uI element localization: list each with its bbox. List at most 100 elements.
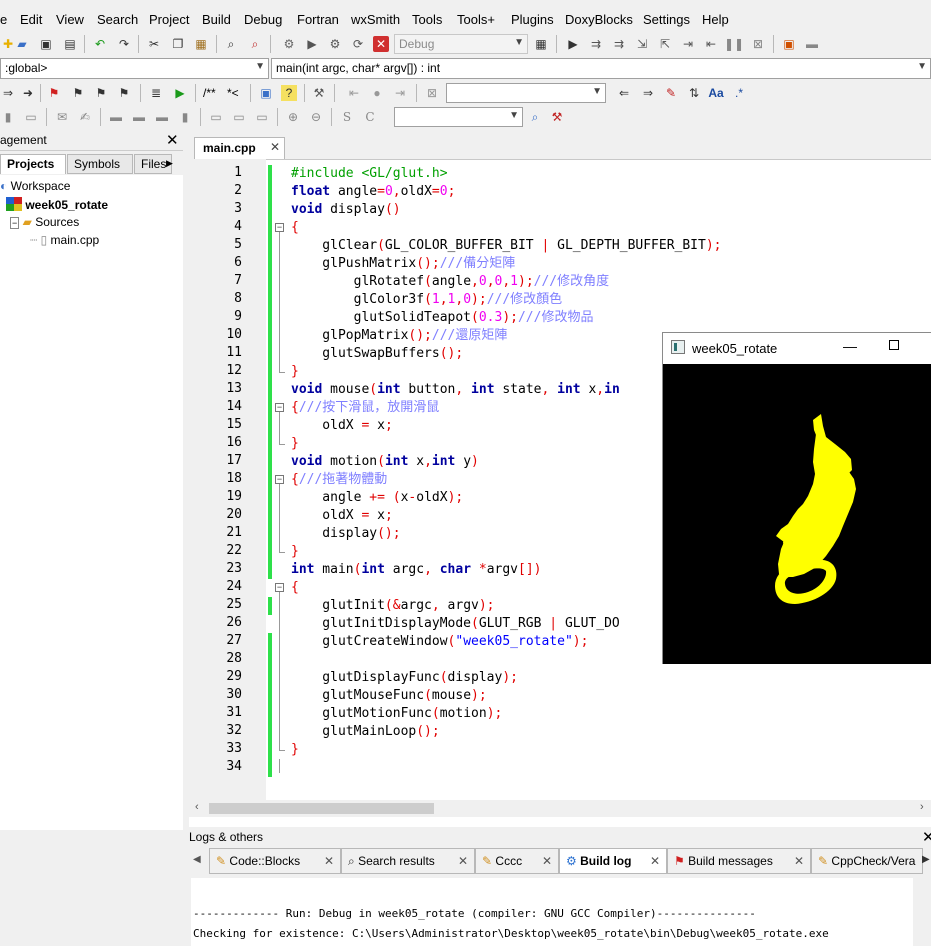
layout-1-icon[interactable]: ▬ xyxy=(108,109,124,125)
line-number[interactable]: 27 xyxy=(226,633,242,648)
line-number[interactable]: 3 xyxy=(234,201,242,216)
code-line[interactable]: glutMotionFunc(motion); xyxy=(291,705,502,723)
rect-icon[interactable]: ▭ xyxy=(23,109,39,125)
select-icon[interactable]: ⇅ xyxy=(686,85,702,101)
glut-titlebar[interactable]: week05_rotate — xyxy=(663,333,931,364)
menu-help[interactable]: Help xyxy=(702,12,729,27)
line-number[interactable]: 10 xyxy=(226,327,242,342)
line-number[interactable]: 11 xyxy=(226,345,242,360)
code-line[interactable]: glRotatef(angle,0,0,1);///修改角度 xyxy=(291,273,610,291)
line-number[interactable]: 17 xyxy=(226,453,242,468)
code-line[interactable]: void display() xyxy=(291,201,401,219)
close-icon[interactable]: ✕ xyxy=(650,854,660,868)
maximize-icon[interactable] xyxy=(889,340,899,350)
fold-toggle-icon[interactable]: − xyxy=(275,475,284,484)
log-tab-cppcheck[interactable]: ✎ CppCheck/Vera xyxy=(811,848,923,874)
code-line[interactable]: angle += (x-oldX); xyxy=(291,489,463,507)
help-icon[interactable]: ? xyxy=(281,85,297,101)
vertical-scrollbar[interactable] xyxy=(915,878,931,946)
close-icon[interactable]: ✕ xyxy=(794,854,804,868)
code-line[interactable]: display(); xyxy=(291,525,400,543)
arrow-left-icon[interactable]: ⇒ xyxy=(0,85,16,101)
menu-settings[interactable]: Settings xyxy=(643,12,690,27)
bookmark-next-icon[interactable]: ⚑ xyxy=(93,85,109,101)
code-line[interactable]: glPopMatrix();///還原矩陣 xyxy=(291,327,507,345)
dot-icon[interactable]: ● xyxy=(369,85,385,101)
close-icon[interactable]: ✕ xyxy=(166,131,179,149)
cut-icon[interactable]: ✂ xyxy=(146,36,162,52)
code-line[interactable]: glutSwapBuffers(); xyxy=(291,345,463,363)
line-number[interactable]: 20 xyxy=(226,507,242,522)
close-icon[interactable]: ✕ xyxy=(458,854,468,868)
tab-scroll-right-icon[interactable]: ▶ xyxy=(922,854,930,865)
next-line-icon[interactable]: ⇉ xyxy=(611,36,627,52)
code-line[interactable]: oldX = x; xyxy=(291,417,392,435)
undo-icon[interactable]: ↶ xyxy=(92,36,108,52)
step-out-icon[interactable]: ⇱ xyxy=(657,36,673,52)
wrench-icon[interactable]: ⚒ xyxy=(311,85,327,101)
build-target-combo[interactable]: Debug ▼ xyxy=(394,34,528,54)
tree-workspace[interactable]: ◐ Workspace xyxy=(0,179,70,193)
clear-icon[interactable]: ⊠ xyxy=(424,85,440,101)
line-number[interactable]: 23 xyxy=(226,561,242,576)
code-line[interactable]: void mouse(int button, int state, int x,… xyxy=(291,381,620,399)
debug-windows-icon[interactable]: ▣ xyxy=(781,36,797,52)
tree-folder-sources[interactable]: − ▰ Sources xyxy=(10,215,79,229)
layout-4-icon[interactable]: ▮ xyxy=(177,109,193,125)
close-icon[interactable]: ✕ xyxy=(324,854,334,868)
fold-toggle-icon[interactable]: − xyxy=(275,223,284,232)
chevron-right-icon[interactable]: › xyxy=(920,801,924,813)
frame-2-icon[interactable]: ▭ xyxy=(231,109,247,125)
match-case-icon[interactable]: Aa xyxy=(708,85,724,101)
code-line[interactable]: void motion(int x,int y) xyxy=(291,453,479,471)
line-number[interactable]: 9 xyxy=(234,309,242,324)
code-line[interactable]: float angle=0,oldX=0; xyxy=(291,183,455,201)
close-icon[interactable]: ✕ xyxy=(270,140,280,154)
tree-file-main[interactable]: ┈ ▯ main.cpp xyxy=(30,233,99,247)
zoom-out-icon[interactable]: ⊖ xyxy=(308,109,324,125)
code-line[interactable]: oldX = x; xyxy=(291,507,392,525)
stack-icon[interactable]: ≣ xyxy=(148,85,164,101)
tab-projects[interactable]: Projects xyxy=(0,154,66,174)
regex-icon[interactable]: .* xyxy=(731,85,747,101)
debug-run-icon[interactable]: ▶ xyxy=(565,36,581,52)
collapse-icon[interactable]: − xyxy=(10,217,20,229)
code-line[interactable]: glutDisplayFunc(display); xyxy=(291,669,518,687)
line-number[interactable]: 24 xyxy=(226,579,242,594)
chevron-left-icon[interactable]: ‹ xyxy=(195,801,199,813)
code-line[interactable]: } xyxy=(291,741,299,759)
build-log-text[interactable]: ------------- Run: Debug in week05_rotat… xyxy=(191,878,913,946)
code-line[interactable]: glColor3f(1,1,0);///修改顏色 xyxy=(291,291,563,309)
line-number[interactable]: 32 xyxy=(226,723,242,738)
save-all-icon[interactable]: ▤ xyxy=(62,36,78,52)
bookmark-prev-icon[interactable]: ⚑ xyxy=(70,85,86,101)
code-line[interactable]: glutMainLoop(); xyxy=(291,723,439,741)
symbol-c-icon[interactable]: C xyxy=(362,109,378,125)
log-tab-cccc[interactable]: ✎ Cccc ✕ xyxy=(475,848,559,874)
layout-2-icon[interactable]: ▬ xyxy=(131,109,147,125)
code-line[interactable]: glPushMatrix();///備分矩陣 xyxy=(291,255,515,273)
run-to-cursor-icon[interactable]: ⇉ xyxy=(588,36,604,52)
menu-debug[interactable]: Debug xyxy=(244,12,282,27)
glut-window[interactable]: week05_rotate — xyxy=(662,332,931,664)
symbol-tool-icon[interactable]: ⚒ xyxy=(549,109,565,125)
paste-icon[interactable]: ▦ xyxy=(193,36,209,52)
symbol-combo[interactable]: ▼ xyxy=(394,107,523,127)
code-line[interactable]: { xyxy=(291,579,299,597)
line-number[interactable]: 7 xyxy=(234,273,242,288)
line-number[interactable]: 18 xyxy=(226,471,242,486)
line-number[interactable]: 31 xyxy=(226,705,242,720)
menu-tools-plus[interactable]: Tools+ xyxy=(457,12,495,27)
code-line[interactable]: {///按下滑鼠，放開滑鼠 xyxy=(291,399,439,417)
line-number[interactable]: 22 xyxy=(226,543,242,558)
mail-icon[interactable]: ✉ xyxy=(54,109,70,125)
editor-tab-main[interactable]: main.cpp ✕ xyxy=(194,137,285,159)
next-instruction-icon[interactable]: ⇥ xyxy=(680,36,696,52)
code-line[interactable]: glutInit(&argc, argv); xyxy=(291,597,494,615)
menu-file[interactable]: e xyxy=(0,12,7,27)
menu-build[interactable]: Build xyxy=(202,12,231,27)
code-line[interactable]: glutCreateWindow("week05_rotate"); xyxy=(291,633,588,651)
menu-edit[interactable]: Edit xyxy=(20,12,42,27)
scope-combo[interactable]: :global> ▼ xyxy=(0,58,269,79)
doxy-block-comment-button[interactable]: /** xyxy=(203,86,216,100)
